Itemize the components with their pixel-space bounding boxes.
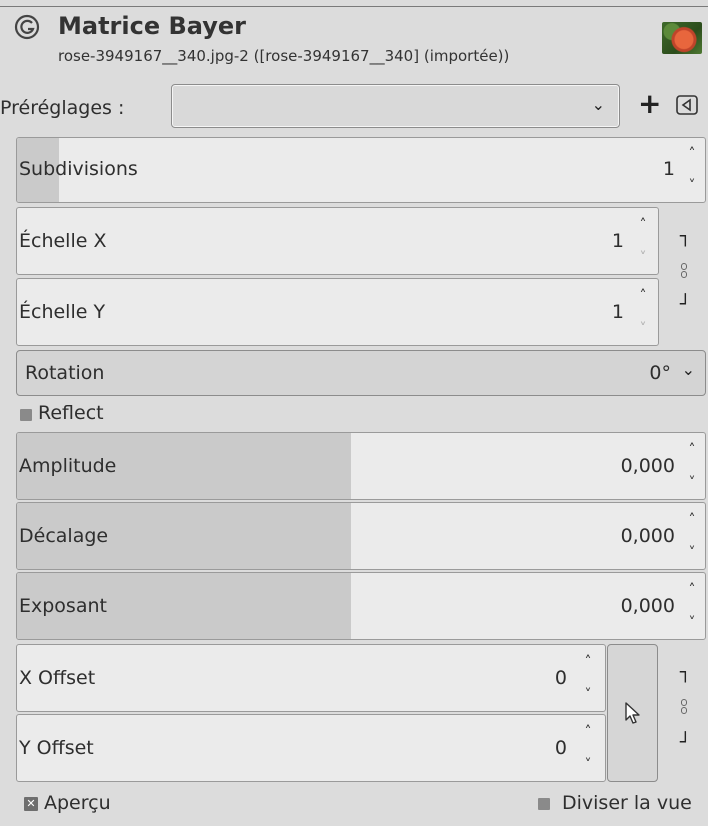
image-subtitle: rose-3949167__340.jpg-2 ([rose-3949167__… [58,47,510,65]
chain-bracket-top-icon: ┐ [680,226,691,247]
exposant-value: 0,000 [620,595,675,617]
increment-icon[interactable]: ˄ [632,279,654,312]
y-offset-label: Y Offset [19,737,94,759]
presets-label: Préréglages : [0,97,125,119]
decrement-icon[interactable]: ˅ [681,536,703,569]
pick-coordinates-button[interactable] [607,644,658,782]
gegl-logo-icon [14,14,40,40]
decrement-icon[interactable]: ˅ [577,678,599,711]
x-offset-field[interactable]: X Offset 0 ˄ ˅ [16,644,606,712]
decrement-icon[interactable]: ˅ [681,466,703,499]
increment-icon[interactable]: ˄ [681,138,703,170]
exposant-spinner[interactable]: ˄ ˅ [681,573,703,639]
pointer-icon [625,702,640,724]
exposant-label: Exposant [19,595,107,617]
y-offset-spinner[interactable]: ˄ ˅ [577,715,599,781]
decrement-icon[interactable]: ˅ [632,241,654,274]
scale-x-spinner[interactable]: ˄ ˅ [632,208,654,274]
rotation-label: Rotation [25,362,105,384]
reflect-checkbox[interactable] [20,409,32,421]
image-thumbnail [662,22,702,54]
split-view-label: Diviser la vue [562,792,692,814]
preview-label: Aperçu [44,792,111,814]
chain-bracket-top-icon: ┐ [680,662,691,683]
split-view-checkbox[interactable] [538,798,550,810]
scale-x-label: Échelle X [19,230,107,252]
scale-y-label: Échelle Y [19,301,106,323]
y-offset-field[interactable]: Y Offset 0 ˄ ˅ [16,714,606,782]
scale-y-field[interactable]: Échelle Y 1 ˄ ˅ [16,278,659,346]
subdivisions-label: Subdivisions [19,158,138,180]
decrement-icon[interactable]: ˅ [577,748,599,781]
chevron-down-icon: ⌄ [591,95,605,114]
decrement-icon[interactable]: ˅ [681,170,703,202]
reflect-label: Reflect [38,402,104,424]
x-offset-value: 0 [554,667,567,689]
x-offset-label: X Offset [19,667,96,689]
decalage-label: Décalage [19,525,109,547]
presets-menu-icon[interactable] [676,95,698,115]
presets-combo[interactable]: ⌄ [171,84,620,128]
rotation-combo[interactable]: Rotation 0° ⌄ [16,350,706,396]
scale-y-value: 1 [611,301,624,323]
increment-icon[interactable]: ˄ [577,715,599,748]
amplitude-spinner[interactable]: ˄ ˅ [681,433,703,499]
subdivisions-spinner[interactable]: ˄ ˅ [681,138,703,202]
decalage-field[interactable]: Décalage 0,000 ˄ ˅ [16,502,706,570]
decrement-icon[interactable]: ˅ [681,606,703,639]
top-border [0,6,708,7]
subdivisions-field[interactable]: Subdivisions 1 ˄ ˅ [16,137,706,203]
decalage-spinner[interactable]: ˄ ˅ [681,503,703,569]
scale-y-spinner[interactable]: ˄ ˅ [632,279,654,345]
scale-x-field[interactable]: Échelle X 1 ˄ ˅ [16,207,659,275]
preview-checkbox[interactable]: ✕ [24,797,38,811]
amplitude-field[interactable]: Amplitude 0,000 ˄ ˅ [16,432,706,500]
subdivisions-value: 1 [662,158,675,180]
increment-icon[interactable]: ˄ [681,433,703,466]
x-offset-spinner[interactable]: ˄ ˅ [577,645,599,711]
chain-bracket-bottom-icon: ┘ [680,732,691,753]
y-offset-value: 0 [554,737,567,759]
scale-x-value: 1 [611,230,624,252]
add-preset-icon[interactable]: + [638,87,661,120]
rotation-value: 0° [649,362,671,384]
exposant-field[interactable]: Exposant 0,000 ˄ ˅ [16,572,706,640]
increment-icon[interactable]: ˄ [577,645,599,678]
increment-icon[interactable]: ˄ [632,208,654,241]
chain-link-scale-icon[interactable] [681,262,689,279]
increment-icon[interactable]: ˄ [681,573,703,606]
chain-link-offset-icon[interactable] [681,698,689,715]
decrement-icon[interactable]: ˅ [632,312,654,345]
dialog-title: Matrice Bayer [58,12,246,40]
amplitude-label: Amplitude [19,455,117,477]
increment-icon[interactable]: ˄ [681,503,703,536]
chevron-down-icon: ⌄ [681,360,695,379]
amplitude-value: 0,000 [620,455,675,477]
decalage-value: 0,000 [620,525,675,547]
chain-bracket-bottom-icon: ┘ [680,294,691,315]
